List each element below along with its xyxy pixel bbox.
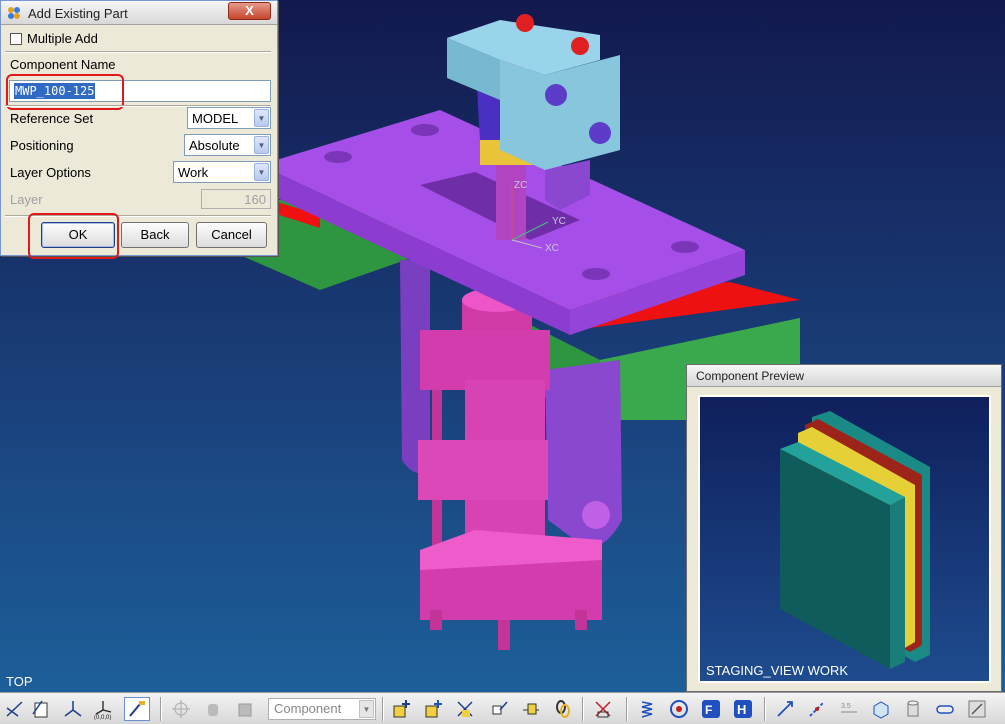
toolbar-separator (764, 697, 766, 721)
nx-app-icon (8, 7, 20, 19)
reference-set-select[interactable]: MODEL ▼ (187, 107, 271, 129)
datum-csys-icon[interactable] (60, 697, 86, 721)
view-name-label: TOP (6, 674, 33, 689)
component-preview-window: Component Preview STAGING_VIEW WORK (686, 364, 1002, 692)
layer-options-select[interactable]: Work ▼ (173, 161, 271, 183)
teal-front-side (890, 497, 905, 669)
spring-icon[interactable] (634, 697, 660, 721)
dialog-title: Add Existing Part (28, 6, 128, 21)
constraints-icon[interactable] (518, 697, 544, 721)
reference-set-label: Reference Set (10, 111, 94, 126)
add-existing-part-dialog: Add Existing Part X Multiple Add Compone… (0, 0, 278, 259)
chevron-down-icon[interactable]: ▼ (254, 163, 269, 181)
toolbar-separator (382, 697, 384, 721)
svg-text:(0,0,0): (0,0,0) (94, 715, 111, 720)
reference-set-value: MODEL (192, 111, 239, 126)
chevron-down-icon[interactable]: ▼ (359, 700, 374, 718)
cancel-button[interactable]: Cancel (196, 222, 267, 248)
axis-label-z: ZC (514, 180, 527, 191)
chain-icon[interactable] (550, 697, 576, 721)
layer-options-label: Layer Options (10, 165, 91, 180)
axis-label-x: XC (545, 243, 559, 254)
clamp-bolts-3 (498, 620, 510, 650)
svg-text:F: F (705, 703, 712, 717)
filter-combo-value: Component (274, 701, 342, 716)
clamp-block-mid (418, 440, 548, 500)
close-button[interactable]: X (228, 2, 271, 20)
h-icon[interactable]: H (730, 697, 756, 721)
preview-part-model (780, 411, 930, 669)
mate-icon[interactable] (452, 697, 478, 721)
layer-options-value: Work (178, 165, 209, 180)
cylinder-icon[interactable] (900, 697, 926, 721)
multiple-add-checkbox[interactable] (10, 32, 22, 45)
wcs-origin-icon[interactable]: (0,0,0) (90, 697, 116, 721)
plate-hole-1 (324, 151, 352, 163)
reposition-icon[interactable] (486, 697, 512, 721)
axis-label-y: YC (552, 216, 566, 227)
bottom-toolbar: (0,0,0) Component ▼ F H 3.5 (0, 692, 1005, 724)
arm-hole (582, 501, 610, 529)
dashed-line-icon[interactable] (804, 697, 830, 721)
plate-hole-2 (411, 124, 439, 136)
chevron-down-icon[interactable]: ▼ (254, 109, 269, 127)
component-name-label: Component Name (10, 57, 116, 72)
head-block (500, 55, 620, 170)
brush-icon[interactable] (124, 697, 150, 721)
explode-icon[interactable] (590, 697, 616, 721)
snap-point-icon[interactable] (168, 697, 194, 721)
cube-icon[interactable] (868, 697, 894, 721)
ok-button-highlight (28, 213, 119, 259)
multiple-add-row[interactable]: Multiple Add (10, 31, 98, 46)
preview-titlebar[interactable]: Component Preview (687, 365, 1001, 387)
force-icon[interactable]: F (698, 697, 724, 721)
plate-hole-3 (671, 241, 699, 253)
filter-combo[interactable]: Component ▼ (268, 698, 376, 720)
circle-icon[interactable] (666, 697, 692, 721)
multiple-add-label: Multiple Add (27, 31, 98, 46)
new-component-icon[interactable] (420, 697, 446, 721)
layer-label: Layer (10, 192, 43, 207)
toolbar-separator (160, 697, 162, 721)
part-icon[interactable] (232, 697, 258, 721)
back-button[interactable]: Back (121, 222, 189, 248)
positioning-value: Absolute (189, 138, 240, 153)
svg-text:3.5: 3.5 (841, 703, 851, 710)
positioning-label: Positioning (10, 138, 74, 153)
clamp-bolts-2 (575, 610, 587, 630)
head-red-hole-2 (571, 37, 589, 55)
slot-icon[interactable] (932, 697, 958, 721)
toolbar-separator (582, 697, 584, 721)
hand-icon[interactable] (200, 697, 226, 721)
separator (5, 51, 271, 53)
plate-hole-4 (582, 268, 610, 280)
clamp-bolts (430, 610, 442, 630)
layer-input: 160 (201, 189, 271, 209)
head-hole-3 (545, 84, 567, 106)
head-hole-4 (589, 122, 611, 144)
dialog-titlebar[interactable]: Add Existing Part X (1, 1, 277, 25)
sketch-icon[interactable] (2, 697, 28, 721)
toolbar-separator (626, 697, 628, 721)
preview-canvas[interactable]: STAGING_VIEW WORK (698, 395, 991, 683)
head-red-hole-1 (516, 14, 534, 32)
preview-view-label: STAGING_VIEW WORK (706, 663, 849, 678)
dimension-icon[interactable]: 3.5 (836, 697, 862, 721)
svg-text:H: H (737, 702, 746, 717)
add-component-icon[interactable] (388, 697, 414, 721)
drawing-icon[interactable] (28, 697, 54, 721)
line-arrow-icon[interactable] (772, 697, 798, 721)
positioning-select[interactable]: Absolute ▼ (184, 134, 271, 156)
settings-icon[interactable] (964, 697, 990, 721)
chevron-down-icon[interactable]: ▼ (254, 136, 269, 154)
